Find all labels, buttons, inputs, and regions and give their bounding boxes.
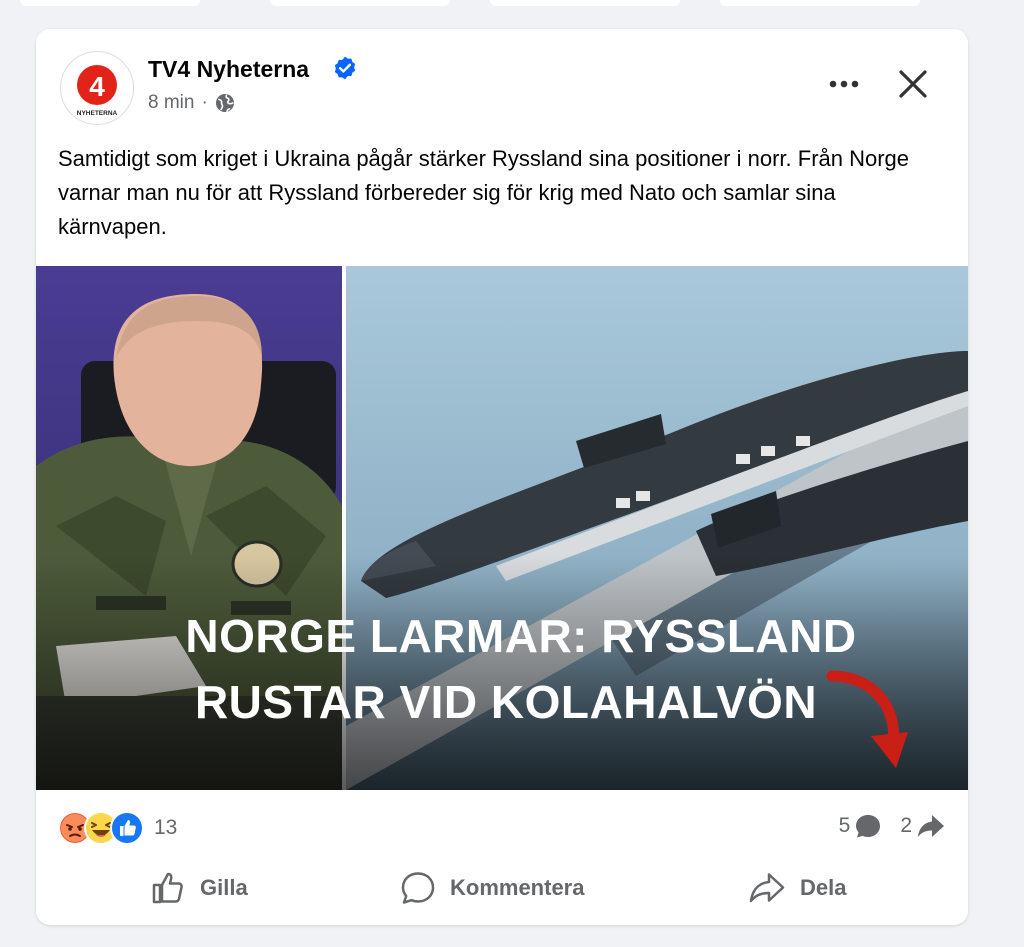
post-image[interactable]: NORGE LARMAR: RYSSLAND RUSTAR VID KOLAHA… xyxy=(36,266,968,790)
comment-label: Kommentera xyxy=(450,875,585,900)
feed-item-edge xyxy=(490,0,680,6)
reactions-summary[interactable]: 13 xyxy=(58,809,177,847)
share-count-stat[interactable]: 2 xyxy=(900,812,946,840)
feed-item-edge xyxy=(20,0,200,6)
action-bar: Gilla Kommentera Dela xyxy=(36,862,968,914)
comment-button[interactable]: Kommentera xyxy=(400,862,584,914)
comment-count: 5 xyxy=(838,814,851,837)
post-text: Samtidigt som kriget i Ukraina pågår stä… xyxy=(58,146,910,239)
feed-top-edges xyxy=(0,0,1024,10)
engagement-stats: 5 2 xyxy=(821,812,946,840)
like-button[interactable]: Gilla xyxy=(150,862,248,914)
share-icon xyxy=(749,873,785,903)
logo-number: 4 xyxy=(89,71,105,102)
page-avatar[interactable]: 4 NYHETERNA xyxy=(60,51,134,125)
comment-icon xyxy=(401,872,435,904)
image-headline-line2: RUSTAR VID KOLAHALVÖN xyxy=(195,676,817,728)
share-label: Dela xyxy=(800,875,847,900)
post-meta: 8 min · xyxy=(148,92,235,114)
comment-bubble-icon xyxy=(856,815,881,838)
image-headline-line1: NORGE LARMAR: RYSSLAND xyxy=(185,610,856,662)
verified-badge-icon xyxy=(334,56,356,80)
reaction-count: 13 xyxy=(154,816,178,839)
tv4-logo: 4 NYHETERNA xyxy=(77,65,118,117)
post-timestamp[interactable]: 8 min xyxy=(148,92,194,114)
feed-item-edge xyxy=(720,0,920,6)
comment-count-stat[interactable]: 5 xyxy=(839,812,883,840)
meta-separator: · xyxy=(201,92,208,113)
close-icon[interactable] xyxy=(894,65,932,103)
news-thumbnail: NORGE LARMAR: RYSSLAND RUSTAR VID KOLAHA… xyxy=(36,266,968,790)
share-count: 2 xyxy=(900,814,912,837)
share-arrow-icon xyxy=(918,815,944,837)
globe-icon xyxy=(215,94,234,113)
post-card: 4 NYHETERNA TV4 Nyheterna 8 min · Samtid… xyxy=(36,29,968,925)
more-options-icon[interactable] xyxy=(826,69,862,99)
feed-item-edge xyxy=(270,0,450,6)
logo-caption: NYHETERNA xyxy=(77,110,118,117)
page-name[interactable]: TV4 Nyheterna xyxy=(148,56,309,83)
like-label: Gilla xyxy=(200,875,248,900)
share-button[interactable]: Dela xyxy=(748,862,846,914)
thumbs-up-icon xyxy=(152,872,183,904)
like-reaction-icon xyxy=(110,811,144,845)
